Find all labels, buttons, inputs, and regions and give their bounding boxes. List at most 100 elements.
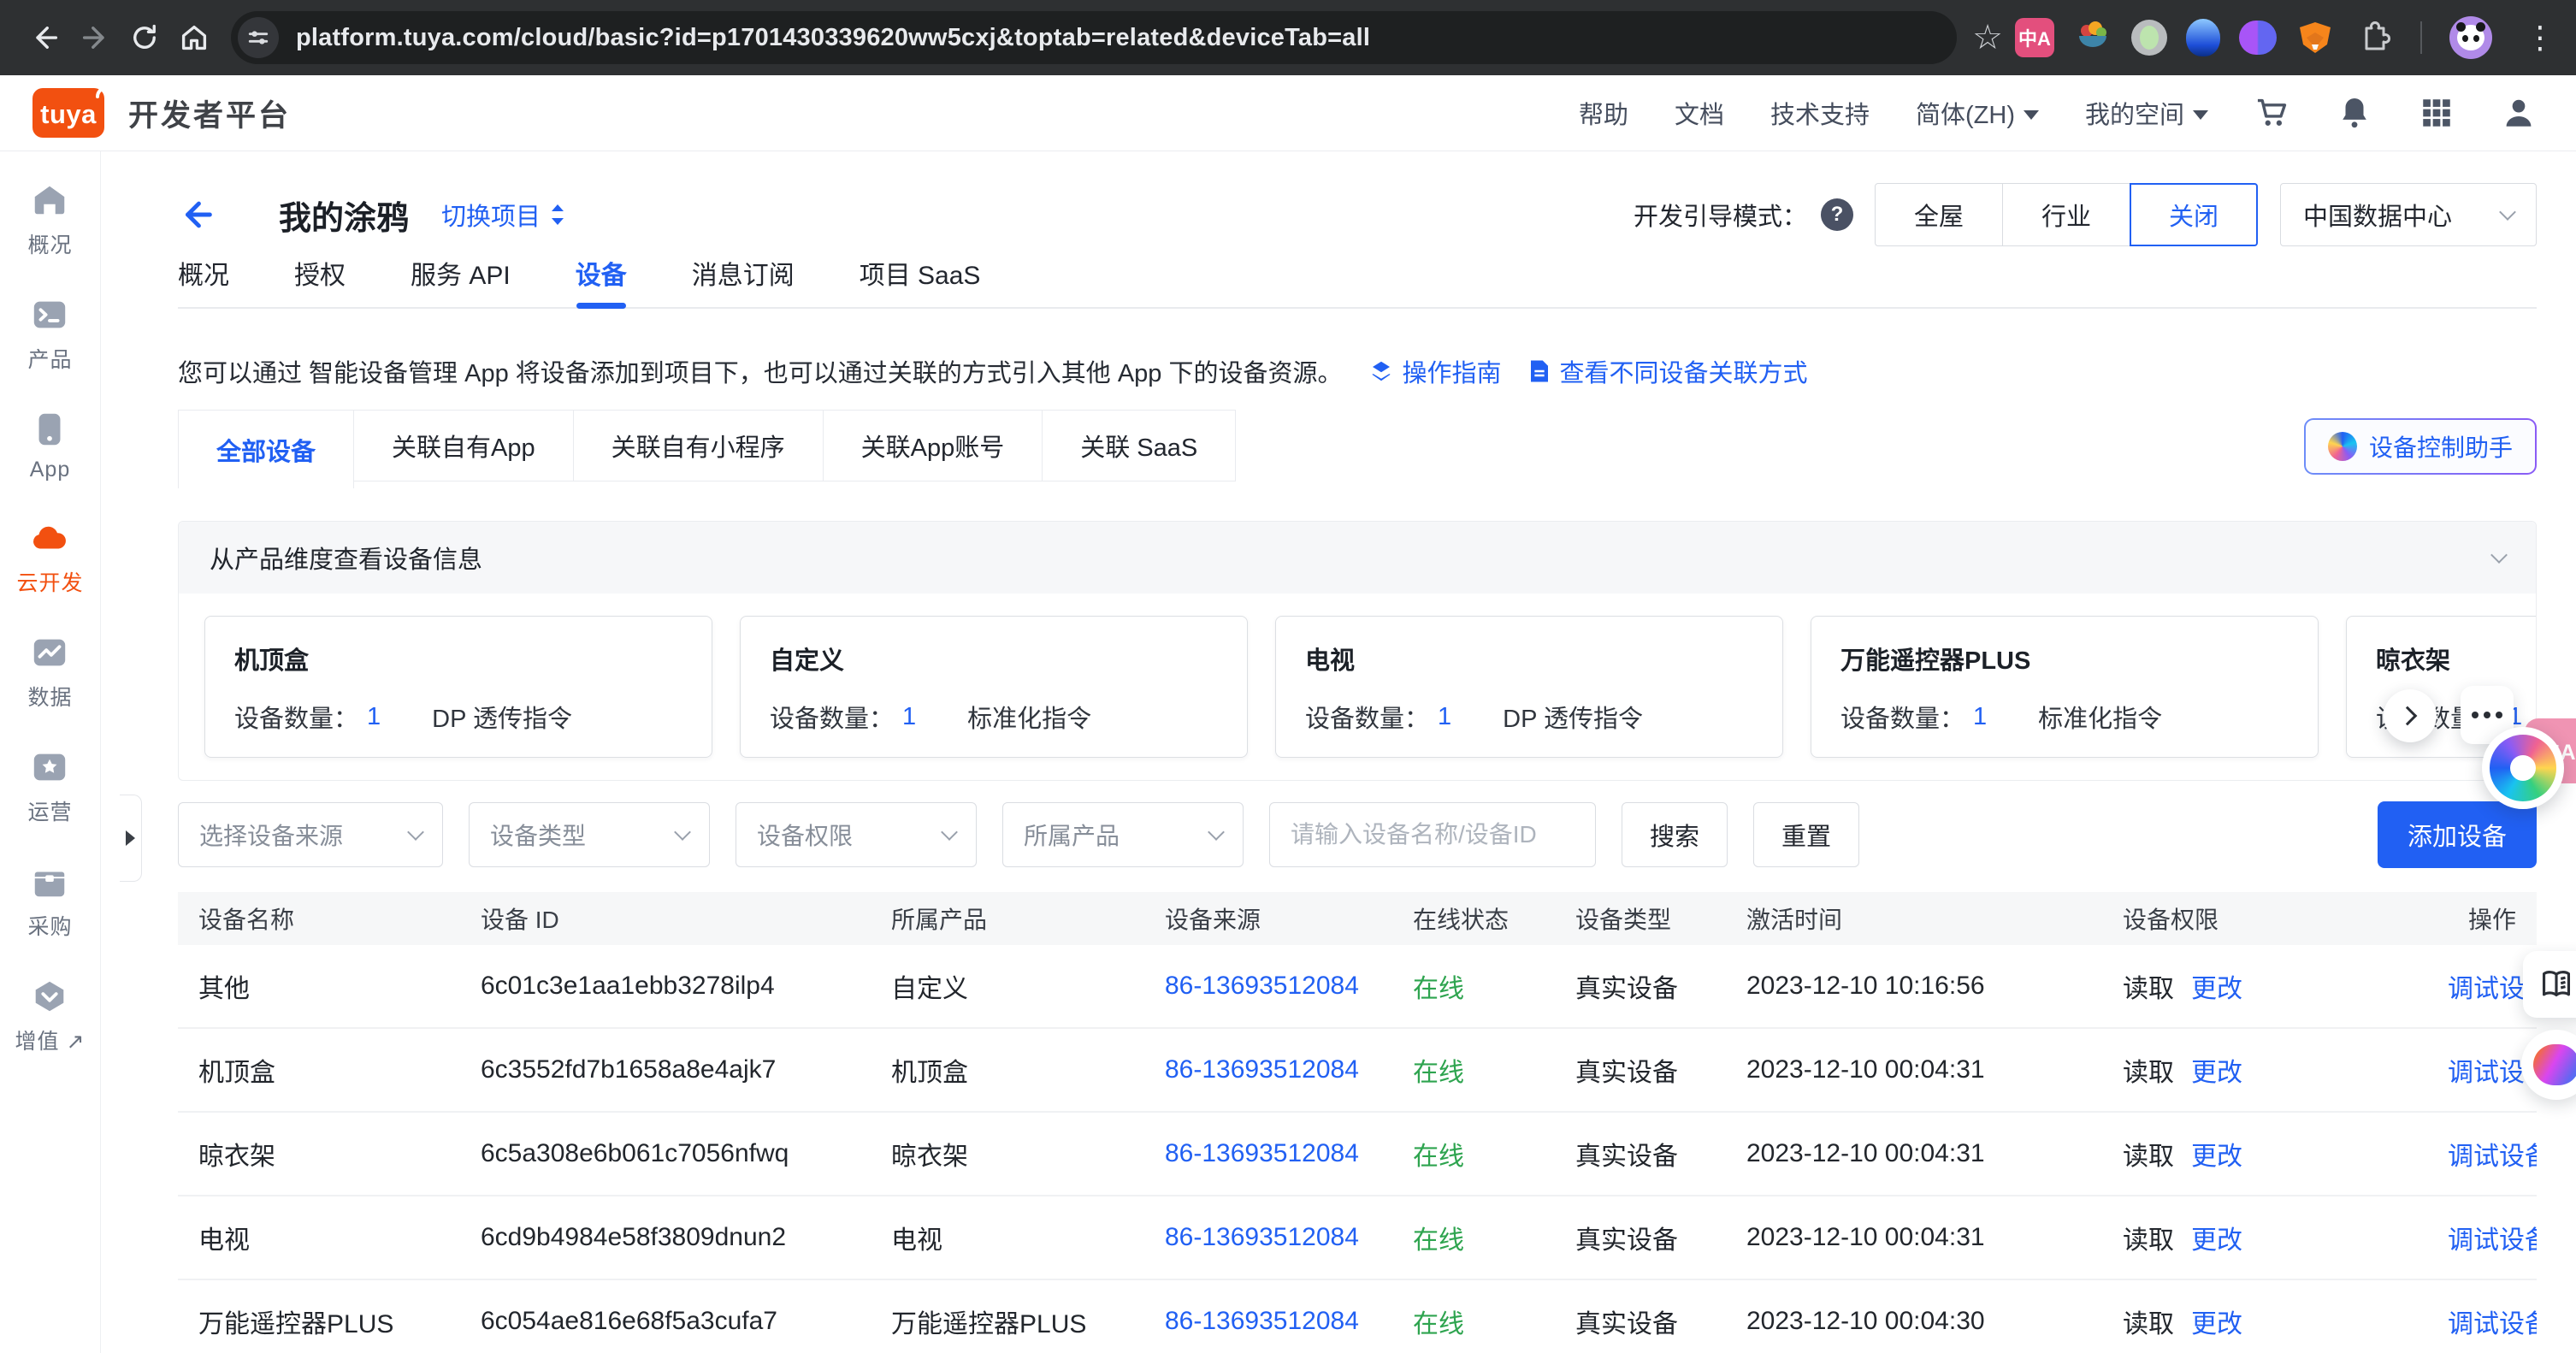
nav-support[interactable]: 技术支持 (1770, 95, 1870, 131)
tab-devices[interactable]: 设备 (576, 254, 627, 307)
nav-docs[interactable]: 文档 (1675, 95, 1724, 131)
cards-next-button[interactable] (2384, 689, 2437, 742)
device-source-link[interactable]: 86-13693512084 (1144, 1055, 1392, 1084)
debug-device-link[interactable]: 调试设备 (2427, 1051, 2537, 1089)
notification-bell-icon[interactable] (2337, 95, 2372, 131)
device-product: 电视 (871, 1219, 1144, 1256)
nav-help[interactable]: 帮助 (1579, 95, 1628, 131)
user-icon[interactable] (2501, 95, 2537, 131)
modify-permission-link[interactable]: 更改 (2191, 975, 2242, 1003)
sidebar-item-operation[interactable]: 运营 (27, 747, 72, 826)
modify-permission-link[interactable]: 更改 (2191, 1143, 2242, 1171)
device-tab-all[interactable]: 全部设备 (178, 410, 354, 488)
device-permission-select[interactable]: 设备权限 (736, 802, 977, 867)
modify-permission-link[interactable]: 更改 (2191, 1226, 2242, 1255)
guide-mode-closed[interactable]: 关闭 (2130, 183, 2258, 246)
expand-arrow-icon (126, 830, 135, 846)
search-button[interactable]: 搜索 (1622, 802, 1728, 867)
modify-permission-link[interactable]: 更改 (2191, 1310, 2242, 1338)
device-control-assistant-button[interactable]: 设备控制助手 (2304, 418, 2537, 475)
browser-menu-icon[interactable]: ⋮ (2525, 20, 2555, 56)
tab-overview[interactable]: 概况 (178, 254, 229, 307)
collapse-chevron-icon[interactable] (2490, 547, 2508, 564)
datacenter-select[interactable]: 中国数据中心 (2280, 183, 2537, 246)
device-source-link[interactable]: 86-13693512084 (1144, 1139, 1392, 1168)
device-count[interactable]: 1 (1973, 703, 1987, 731)
debug-device-link[interactable]: 调试设备 (2427, 1219, 2537, 1256)
cart-icon[interactable] (2254, 95, 2290, 131)
apps-grid-icon[interactable] (2419, 95, 2455, 131)
device-type-select[interactable]: 设备类型 (469, 802, 710, 867)
language-selector[interactable]: 简体(ZH) (1916, 95, 2039, 131)
device-count[interactable]: 1 (902, 703, 916, 731)
debug-device-link[interactable]: 调试设备 (2427, 967, 2537, 1005)
fruit-bowl-extension-icon[interactable] (2073, 18, 2112, 57)
switch-project-button[interactable]: 切换项目 (441, 197, 566, 233)
debug-device-link[interactable]: 调试设备 (2427, 1135, 2537, 1173)
debug-device-link[interactable]: 调试设备 (2427, 1303, 2537, 1340)
sidebar-item-purchase[interactable]: 采购 (27, 862, 72, 941)
product-card-tv[interactable]: 电视 设备数量：1 DP 透传指令 (1275, 616, 1783, 758)
sidebar-item-overview[interactable]: 概况 (27, 180, 72, 259)
my-space-menu[interactable]: 我的空间 (2085, 95, 2208, 131)
site-settings-icon[interactable] (238, 17, 279, 58)
document-icon (1527, 358, 1551, 384)
browser-forward-icon[interactable] (70, 13, 120, 62)
device-tab-saas[interactable]: 关联 SaaS (1042, 410, 1236, 482)
device-tab-own-app[interactable]: 关联自有App (353, 410, 574, 482)
profile-avatar[interactable] (2449, 16, 2492, 59)
metamask-extension-icon[interactable] (2295, 18, 2335, 57)
sidebar-item-app[interactable]: App (30, 410, 70, 482)
extensions-puzzle-icon[interactable] (2354, 18, 2393, 57)
filter-drawer-handle[interactable] (120, 795, 142, 882)
browser-reload-icon[interactable] (120, 13, 169, 62)
tab-project-saas[interactable]: 项目 SaaS (860, 254, 981, 307)
layers-icon (1368, 358, 1394, 384)
brain-extension-icon[interactable] (2239, 21, 2277, 55)
reset-button[interactable]: 重置 (1753, 802, 1859, 867)
operation-guide-link[interactable]: 操作指南 (1368, 353, 1502, 389)
sidebar-item-product[interactable]: 产品 (27, 295, 72, 374)
help-icon[interactable]: ? (1821, 198, 1853, 231)
product-select[interactable]: 所属产品 (1002, 802, 1244, 867)
panel-header[interactable]: 从产品维度查看设备信息 (179, 522, 2536, 594)
device-source-link[interactable]: 86-13693512084 (1144, 1307, 1392, 1336)
device-search-input[interactable] (1269, 802, 1596, 867)
address-bar[interactable]: platform.tuya.com/cloud/basic?id=p170143… (231, 11, 1957, 64)
product-card-settopbox[interactable]: 机顶盒 设备数量：1 DP 透传指令 (204, 616, 712, 758)
device-source-select[interactable]: 选择设备来源 (178, 802, 443, 867)
sidebar-item-cloud[interactable]: 云开发 (16, 518, 83, 597)
tab-service-api[interactable]: 服务 API (411, 254, 511, 307)
tab-authorization[interactable]: 授权 (294, 254, 346, 307)
guide-mode-industry[interactable]: 行业 (2002, 183, 2130, 246)
product-card-remote[interactable]: 万能遥控器PLUS 设备数量：1 标准化指令 (1811, 616, 2319, 758)
translate-extension-icon[interactable]: 中A (2015, 18, 2054, 57)
modify-permission-link[interactable]: 更改 (2191, 1059, 2242, 1087)
sort-arrows-icon (549, 204, 566, 226)
guide-mode-whole-house[interactable]: 全屋 (1875, 183, 2003, 246)
device-source-link[interactable]: 86-13693512084 (1144, 1223, 1392, 1252)
browser-back-icon[interactable] (21, 13, 70, 62)
table-row: 晾衣架 6c5a308e6b061c7056nfwq 晾衣架 86-136935… (178, 1113, 2537, 1196)
gem-extension-icon[interactable] (2186, 19, 2220, 56)
back-button[interactable] (178, 195, 217, 234)
chevron-down-icon (2499, 204, 2516, 221)
docs-float-button[interactable] (2523, 951, 2576, 1018)
circle-extension-icon[interactable] (2131, 20, 2167, 56)
device-tab-app-account[interactable]: 关联App账号 (823, 410, 1043, 482)
device-tab-mini-program[interactable]: 关联自有小程序 (573, 410, 824, 482)
relation-doc-link[interactable]: 查看不同设备关联方式 (1527, 353, 1808, 389)
browser-home-icon[interactable] (169, 13, 219, 62)
device-count[interactable]: 1 (1438, 703, 1451, 731)
tab-message-subscription[interactable]: 消息订阅 (692, 254, 795, 307)
sidebar-item-data[interactable]: 数据 (27, 633, 72, 712)
table-header: 设备名称 设备 ID 所属产品 设备来源 在线状态 设备类型 激活时间 设备权限… (178, 892, 2537, 945)
brain-icon (2533, 1044, 2576, 1085)
bookmark-star-icon[interactable]: ☆ (1972, 18, 2003, 57)
sidebar-item-value-added[interactable]: 增值 ↗ (15, 977, 86, 1055)
device-source-link[interactable]: 86-13693512084 (1144, 972, 1392, 1001)
device-count[interactable]: 1 (367, 703, 381, 731)
translate-float-widget[interactable]: 中A (2473, 718, 2576, 812)
product-card-custom[interactable]: 自定义 设备数量：1 标准化指令 (740, 616, 1248, 758)
tuya-logo[interactable]: tuya (32, 88, 104, 138)
